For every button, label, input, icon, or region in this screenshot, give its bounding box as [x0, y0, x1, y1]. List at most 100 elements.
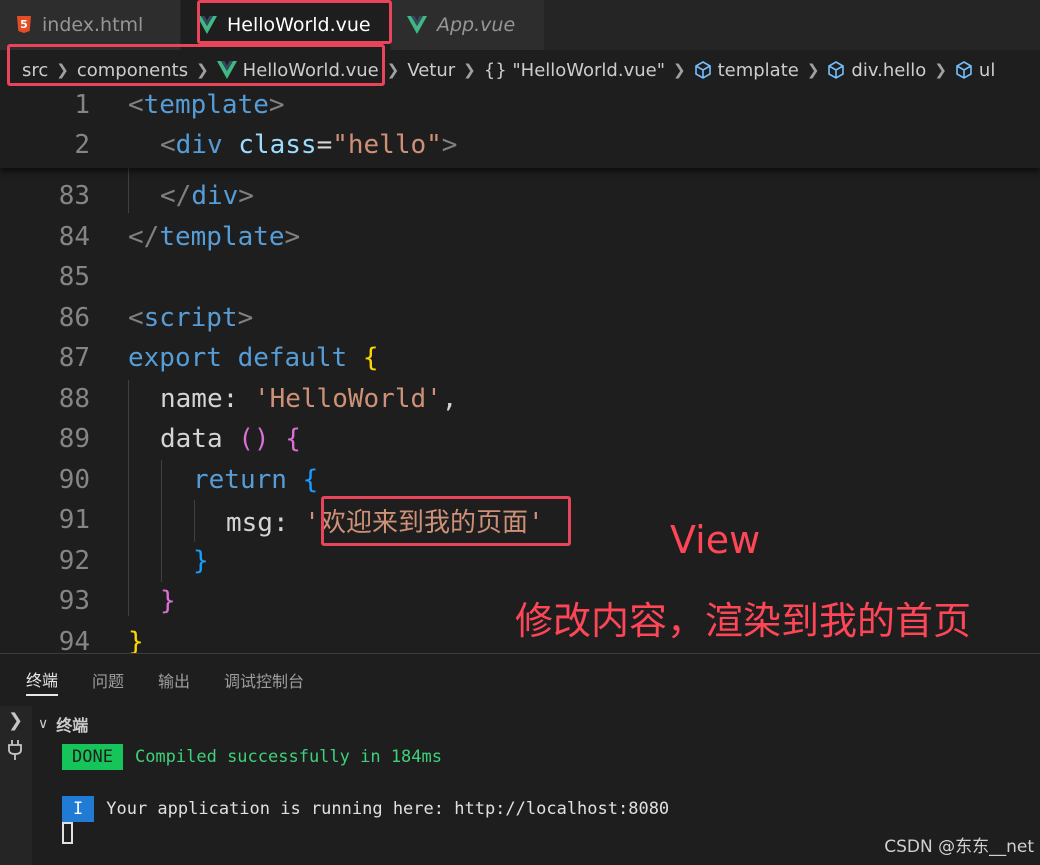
bottom-panel: 终端 问题 输出 调试控制台 ❯ ∨ 终端 DONE Compiled succ… [0, 653, 1040, 865]
breadcrumb-div-label: div.hello [851, 59, 927, 81]
code-token: > [238, 181, 254, 211]
cube-icon [827, 61, 845, 79]
code-token: { [285, 424, 301, 454]
html5-icon: 5 [16, 15, 32, 35]
code-text: export default { [128, 343, 378, 373]
breadcrumb-template-label: template [717, 59, 799, 81]
line-number: 90 [58, 465, 90, 495]
breadcrumb-object[interactable]: {} "HelloWorld.vue" [484, 60, 665, 81]
code-text: data () { [160, 424, 301, 454]
chevron-right-icon: ❯ [806, 61, 820, 79]
line-number: 84 [58, 222, 90, 252]
code-text: return { [193, 465, 318, 495]
info-message[interactable]: Your application is running here: http:/… [106, 799, 669, 819]
code-editor[interactable]: 1 <template> 2 <div class="hello"> 83 </… [0, 90, 1040, 653]
code-token: = [316, 130, 333, 160]
code-line: 92 } [0, 541, 1040, 581]
code-token: 'HelloWorld' [253, 384, 442, 414]
tab-app-vue[interactable]: App.vue [391, 0, 545, 50]
code-token: template [159, 222, 285, 252]
code-line: 84 </template> [0, 217, 1040, 257]
code-token: , [441, 384, 458, 414]
breadcrumb-vetur[interactable]: Vetur [407, 60, 455, 81]
code-token: } [128, 627, 144, 653]
breadcrumb-ul-label: ul [978, 59, 996, 81]
code-token: class [238, 130, 317, 160]
tab-index-html[interactable]: 5 index.html [0, 0, 181, 50]
code-token: { [362, 343, 379, 373]
line-number: 88 [58, 384, 90, 414]
code-token: } [193, 546, 209, 576]
chevron-down-icon: ∨ [38, 716, 49, 732]
line-number: 85 [58, 262, 90, 292]
plug-icon[interactable] [8, 740, 22, 765]
code-line: 85 [0, 257, 1040, 297]
info-badge: I [62, 796, 95, 822]
highlight-box-active-tab [197, 0, 392, 44]
code-text: <template> [128, 90, 285, 120]
code-token: : [272, 507, 289, 538]
code-token: > [441, 130, 458, 160]
panel-tab-debug-console[interactable]: 调试控制台 [224, 654, 304, 706]
code-token: } [160, 586, 176, 616]
code-token: < [128, 90, 144, 120]
vue-icon [407, 16, 427, 34]
line-number: 93 [58, 586, 90, 616]
annotation-caption: 修改内容，渲染到我的首页 [515, 599, 972, 643]
line-number: 83 [58, 181, 90, 211]
code-token: > [237, 303, 254, 333]
panel-tab-terminal[interactable]: 终端 [26, 664, 59, 696]
watermark: CSDN @东东__net [884, 837, 1034, 857]
code-token: () [238, 424, 270, 454]
line-number: 89 [58, 424, 90, 454]
terminal-cursor [62, 822, 73, 844]
code-token: msg [226, 507, 273, 538]
line-number: 91 [58, 505, 90, 535]
tab-label: App.vue [437, 14, 516, 36]
code-token: template [143, 90, 269, 120]
terminal-section-header[interactable]: ∨ 终端 [38, 712, 88, 736]
code-token: < [160, 130, 176, 160]
code-token: < [128, 303, 144, 333]
code-token: name [160, 384, 223, 414]
terminal-title: 终端 [56, 716, 89, 735]
svg-text:5: 5 [20, 18, 28, 31]
code-token: div [191, 181, 239, 211]
breadcrumb-div[interactable]: div.hello [827, 60, 926, 81]
chevron-right-icon: ❯ [673, 61, 686, 79]
code-token: > [284, 222, 301, 252]
code-line: 1 <template> [0, 90, 1040, 125]
highlight-box-breadcrumb [7, 44, 385, 86]
sticky-scroll[interactable]: 1 <template> 2 <div class="hello"> [0, 90, 1040, 168]
terminal-line-info: I Your application is running here: http… [62, 796, 669, 822]
code-text: } [128, 627, 144, 653]
code-line: 2 <div class="hello"> [0, 125, 1040, 165]
annotation-view: View [670, 518, 761, 562]
breadcrumb-template[interactable]: template [694, 60, 799, 81]
chevron-right-icon: ❯ [386, 61, 400, 79]
breadcrumb-ul[interactable]: ul [955, 60, 995, 81]
code-line: 86 <script> [0, 298, 1040, 338]
line-number: 1 [74, 90, 90, 120]
code-text: } [193, 546, 209, 576]
panel-tabs: 终端 问题 输出 调试控制台 [0, 654, 1040, 706]
code-line: 83 </div> [0, 176, 1040, 216]
code-token: div [175, 130, 223, 160]
line-number: 94 [58, 627, 90, 653]
panel-tab-output[interactable]: 输出 [158, 654, 190, 706]
code-text: name: 'HelloWorld', [160, 384, 457, 414]
code-text: } [160, 586, 176, 616]
code-token: > [268, 90, 285, 120]
code-token: ' [304, 507, 320, 538]
line-number: 87 [58, 343, 90, 373]
chevron-right-icon: ❯ [463, 61, 476, 79]
chevron-right-icon[interactable]: ❯ [8, 710, 23, 731]
panel-tab-problems[interactable]: 问题 [92, 654, 124, 706]
cube-icon [955, 61, 973, 79]
code-token: data [160, 424, 223, 454]
line-number: 2 [74, 130, 90, 160]
chevron-right-icon: ❯ [934, 61, 947, 79]
code-token: return [193, 465, 287, 495]
code-token: : [222, 384, 239, 414]
terminal-line-done: DONE Compiled successfully in 184ms [62, 744, 442, 770]
